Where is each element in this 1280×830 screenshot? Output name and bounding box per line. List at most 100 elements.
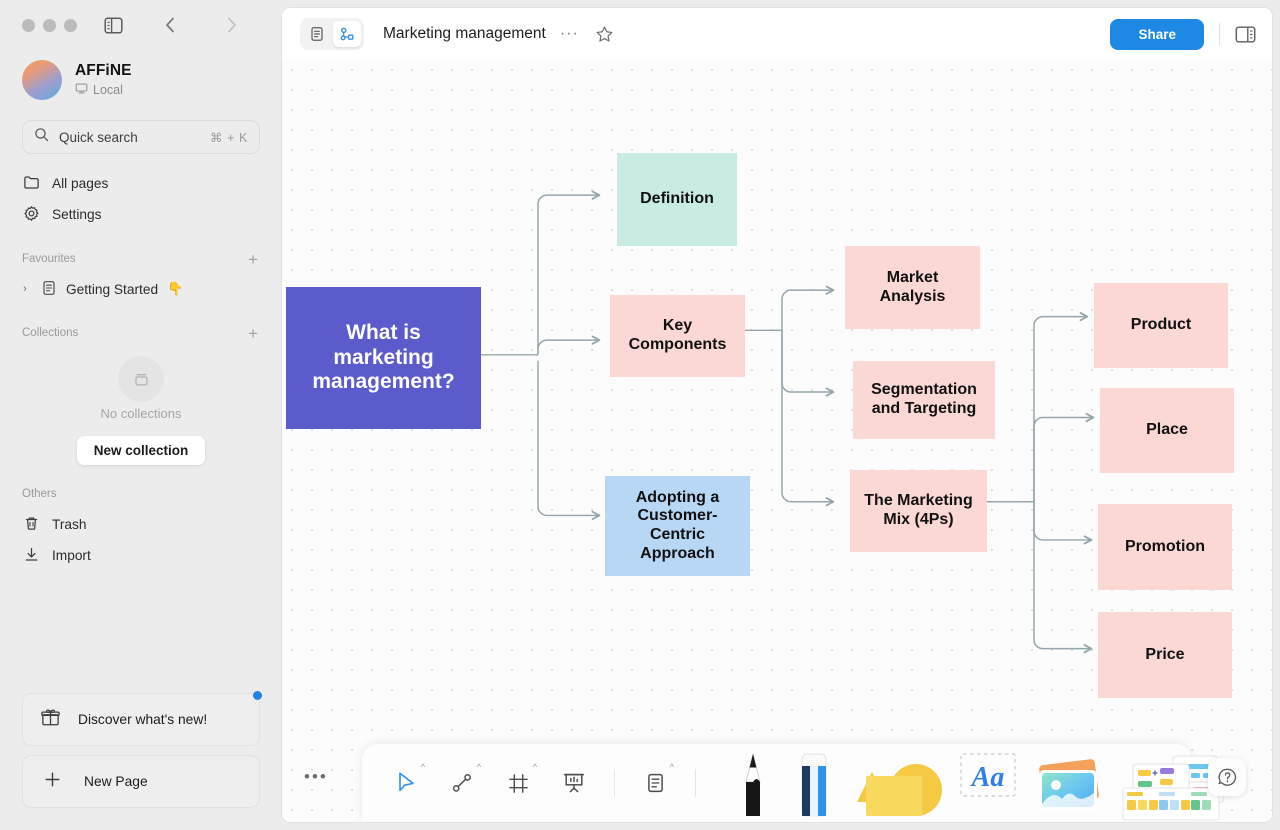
canvas-more-menu[interactable]: ••• [304,767,328,787]
favourites-header: Favourites + [0,244,282,274]
mindmap-node-place[interactable]: Place [1100,388,1234,473]
gear-icon [23,205,40,225]
folder-icon [23,174,40,194]
toolbar-layer: ••• ^ ^ ^ ^ Aa [282,712,1272,822]
mindmap-node-product[interactable]: Product [1094,283,1228,368]
node-label: Place [1146,421,1188,439]
sidebar-item-label: Import [52,548,91,563]
mindmap-node-promotion[interactable]: Promotion [1098,504,1232,590]
toolbar-basic-tools: ^ ^ ^ ^ [362,744,710,822]
mindmap-node-root[interactable]: What is marketing management? [286,287,481,429]
others-nav: Trash Import [0,509,282,571]
edgeless-mode-icon [340,27,353,40]
pencil-icon [745,753,761,816]
monitor-icon [75,82,88,98]
chevron-right-icon[interactable]: › [18,283,32,295]
right-sidebar-toggle[interactable] [1235,25,1256,44]
minimize-button[interactable] [43,18,56,32]
eraser-tool-button[interactable] [784,748,842,822]
plus-icon [43,770,62,794]
collection-icon [118,356,164,402]
quick-search-label: Quick search [59,129,138,145]
pen-tool-button[interactable] [724,748,782,822]
page-title[interactable]: Marketing management [383,25,546,43]
workspace-status: Local [75,82,132,98]
collections-header: Collections + [0,318,282,348]
document-header: Marketing management ··· Share [282,8,1272,60]
node-label: Segmentation and Targeting [871,381,977,417]
select-tool-button[interactable]: ^ [386,761,426,805]
image-icon [1039,759,1099,810]
main-panel: Marketing management ··· Share What is m… [282,8,1272,822]
new-page-button[interactable]: New Page [22,755,260,808]
back-button[interactable] [159,14,181,36]
chevron-up-icon: ^ [476,762,481,772]
present-tool-button[interactable] [554,761,594,805]
help-button[interactable] [1208,758,1246,796]
mindmap-node-price[interactable]: Price [1098,612,1232,698]
connector-icon [452,774,471,792]
media-tool-button[interactable] [1027,748,1109,822]
sidebar-item-trash[interactable]: Trash [14,509,268,540]
toolbar-divider [614,769,615,797]
editor-mode-switch [300,18,364,50]
favourites-title: Favourites [22,253,76,265]
add-collection-icon[interactable]: + [248,325,258,342]
mindmap-node-marketing-mix[interactable]: The Marketing Mix (4Ps) [850,470,987,552]
frame-tool-button[interactable]: ^ [498,761,538,805]
note-icon [647,773,663,793]
edgeless-toolbar: ^ ^ ^ ^ Aa [362,744,1224,822]
node-label: Definition [640,190,714,208]
workspace-status-label: Local [93,83,123,97]
more-options-button[interactable]: ··· [560,25,579,43]
new-collection-button[interactable]: New collection [76,436,206,465]
forward-button[interactable] [221,14,243,36]
node-label: Price [1145,645,1185,663]
share-button[interactable]: Share [1110,18,1204,50]
mindmap-node-customer-centric[interactable]: Adopting a Customer-Centric Approach [605,476,750,576]
question-bubble-icon [1218,768,1236,786]
favorite-star-button[interactable] [595,25,614,44]
quick-search-input[interactable]: Quick search ⌘ + K [22,120,260,154]
frame-icon [508,773,528,793]
page-mode-button[interactable] [303,21,331,47]
svg-text:Aa: Aa [970,762,1005,793]
discover-label: Discover what's new! [78,712,208,727]
close-button[interactable] [22,18,35,32]
sidebar-toggle-icon[interactable] [99,11,127,39]
cursor-icon [399,772,414,792]
mindmap-node-definition[interactable]: Definition [617,153,737,246]
edgeless-mode-button[interactable] [333,21,361,47]
text-aa-icon: Aa [960,753,1016,797]
sidebar-item-label: Settings [52,207,102,222]
discover-whats-new-button[interactable]: Discover what's new! [22,691,262,746]
import-icon [23,546,40,566]
sidebar-item-settings[interactable]: Settings [14,199,268,230]
workspace-info: AFFiNE Local [75,62,132,98]
note-tool-button[interactable]: ^ [635,761,675,805]
mindmap-node-market-analysis[interactable]: Market Analysis [845,246,980,329]
app-window: AFFiNE Local Quick search ⌘ + K All page… [0,0,1280,830]
node-label: Promotion [1125,537,1205,555]
sidebar-item-all-pages[interactable]: All pages [14,168,268,199]
text-tool-button[interactable]: Aa [951,748,1025,822]
maximize-button[interactable] [64,18,77,32]
mindmap-node-segmentation-targeting[interactable]: Segmentation and Targeting [853,361,995,439]
navigation-arrows [159,14,243,36]
page-icon [41,280,57,299]
favourite-emoji: 👇 [167,281,184,296]
trash-icon [23,515,40,535]
mindmap-node-key-components[interactable]: Key Components [610,295,745,377]
add-favourite-icon[interactable]: + [248,251,258,268]
shape-tool-button[interactable] [844,748,949,822]
chevron-up-icon: ^ [669,762,674,772]
others-title: Others [22,488,57,500]
toolbar-divider [695,769,696,797]
workspace-selector[interactable]: AFFiNE Local [0,50,282,106]
edgeless-canvas[interactable]: What is marketing management? Definition… [282,60,1272,822]
collections-empty-text: No collections [100,406,182,421]
sidebar-item-getting-started[interactable]: › Getting Started 👇 [14,274,268,304]
chevron-up-icon: ^ [420,762,425,772]
connector-tool-button[interactable]: ^ [442,761,482,805]
sidebar-item-import[interactable]: Import [14,540,268,571]
